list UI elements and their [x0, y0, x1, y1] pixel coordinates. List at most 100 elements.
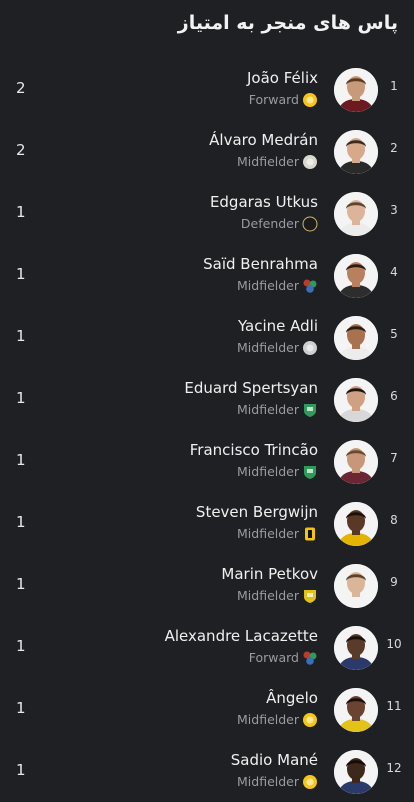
- player-avatar[interactable]: [334, 440, 378, 484]
- player-meta: Midfielder: [58, 525, 318, 543]
- player-info: João Félix Forward: [58, 68, 318, 109]
- player-avatar[interactable]: [334, 688, 378, 732]
- player-name[interactable]: Steven Bergwijn: [58, 502, 318, 522]
- player-meta: Defender: [58, 215, 318, 233]
- player-meta: Midfielder: [58, 463, 318, 481]
- player-rank: 12: [386, 761, 402, 775]
- al-taawoun-club-icon: [302, 154, 318, 170]
- player-rank: 6: [390, 389, 398, 403]
- assist-count: 1: [16, 327, 26, 345]
- al-nassr-club-icon: [302, 712, 318, 728]
- player-position: Midfielder: [237, 154, 299, 169]
- player-info: Saïd Benrahma Midfielder: [58, 254, 318, 295]
- player-info: Francisco Trincão Midfielder: [58, 440, 318, 481]
- player-rank: 5: [390, 327, 398, 341]
- player-position: Midfielder: [237, 278, 299, 293]
- player-info: Marin Petkov Midfielder: [58, 564, 318, 605]
- player-row[interactable]: 1 Francisco Trincão Midfielder 7: [0, 430, 414, 492]
- player-meta: Forward: [58, 649, 318, 667]
- player-meta: Midfielder: [58, 711, 318, 729]
- player-name[interactable]: João Félix: [58, 68, 318, 88]
- assist-count: 2: [16, 79, 26, 97]
- player-row[interactable]: 2 Álvaro Medrán Midfielder 2: [0, 120, 414, 182]
- player-position: Midfielder: [237, 712, 299, 727]
- player-row[interactable]: 1 Steven Bergwijn Midfielder 8: [0, 492, 414, 554]
- player-meta: Midfielder: [58, 773, 318, 791]
- yellow-shield-club-icon: [302, 588, 318, 604]
- player-info: Ângelo Midfielder: [58, 688, 318, 729]
- player-name[interactable]: Edgaras Utkus: [58, 192, 318, 212]
- player-name[interactable]: Yacine Adli: [58, 316, 318, 336]
- player-name[interactable]: Francisco Trincão: [58, 440, 318, 460]
- player-name[interactable]: Alexandre Lacazette: [58, 626, 318, 646]
- player-avatar[interactable]: [334, 750, 378, 794]
- al-nassr-club-icon: [302, 774, 318, 790]
- player-avatar[interactable]: [334, 502, 378, 546]
- page-title: پاس های منجر به امتیاز: [177, 12, 398, 34]
- player-avatar[interactable]: [334, 564, 378, 608]
- player-position: Midfielder: [237, 526, 299, 541]
- player-position: Midfielder: [237, 402, 299, 417]
- player-avatar[interactable]: [334, 626, 378, 670]
- player-name[interactable]: Álvaro Medrán: [58, 130, 318, 150]
- player-info: Álvaro Medrán Midfielder: [58, 130, 318, 171]
- assist-count: 1: [16, 265, 26, 283]
- player-avatar[interactable]: [334, 378, 378, 422]
- player-rank: 9: [390, 575, 398, 589]
- player-rank: 3: [390, 203, 398, 217]
- player-position: Midfielder: [237, 464, 299, 479]
- assist-count: 1: [16, 699, 26, 717]
- player-position: Midfielder: [237, 588, 299, 603]
- player-avatar[interactable]: [334, 254, 378, 298]
- player-row[interactable]: 1 Marin Petkov Midfielder 9: [0, 554, 414, 616]
- player-meta: Midfielder: [58, 339, 318, 357]
- player-avatar[interactable]: [334, 130, 378, 174]
- player-name[interactable]: Ângelo: [58, 688, 318, 708]
- player-avatar[interactable]: [334, 68, 378, 112]
- green-shield-club-icon: [302, 464, 318, 480]
- player-info: Eduard Spertsyan Midfielder: [58, 378, 318, 419]
- player-info: Alexandre Lacazette Forward: [58, 626, 318, 667]
- assist-count: 1: [16, 451, 26, 469]
- player-position: Forward: [248, 92, 299, 107]
- assist-count: 1: [16, 513, 26, 531]
- player-row[interactable]: 1 Ângelo Midfielder 11: [0, 678, 414, 740]
- al-shabab-club-icon: [302, 340, 318, 356]
- player-row[interactable]: 2 João Félix Forward 1: [0, 58, 414, 120]
- player-rank: 11: [386, 699, 402, 713]
- assist-count: 1: [16, 389, 26, 407]
- player-info: Sadio Mané Midfielder: [58, 750, 318, 791]
- player-info: Edgaras Utkus Defender: [58, 192, 318, 233]
- player-position: Forward: [248, 650, 299, 665]
- assist-count: 1: [16, 203, 26, 221]
- player-name[interactable]: Marin Petkov: [58, 564, 318, 584]
- player-avatar[interactable]: [334, 316, 378, 360]
- player-row[interactable]: 1 Eduard Spertsyan Midfielder 6: [0, 368, 414, 430]
- player-rank: 10: [386, 637, 402, 651]
- player-meta: Midfielder: [58, 153, 318, 171]
- player-name[interactable]: Sadio Mané: [58, 750, 318, 770]
- player-rank: 8: [390, 513, 398, 527]
- player-row[interactable]: 1 Alexandre Lacazette Forward 10: [0, 616, 414, 678]
- player-info: Yacine Adli Midfielder: [58, 316, 318, 357]
- player-list: 2 João Félix Forward 1 2 Álvaro Medrán Midfiel…: [0, 58, 414, 802]
- player-row[interactable]: 1 Yacine Adli Midfielder 5: [0, 306, 414, 368]
- player-position: Defender: [240, 216, 299, 231]
- player-meta: Midfielder: [58, 277, 318, 295]
- player-row[interactable]: 1 Saïd Benrahma Midfielder 4: [0, 244, 414, 306]
- player-position: Midfielder: [237, 340, 299, 355]
- player-rank: 7: [390, 451, 398, 465]
- player-info: Steven Bergwijn Midfielder: [58, 502, 318, 543]
- player-name[interactable]: Saïd Benrahma: [58, 254, 318, 274]
- player-avatar[interactable]: [334, 192, 378, 236]
- player-row[interactable]: 1 Sadio Mané Midfielder 12: [0, 740, 414, 802]
- player-rank: 4: [390, 265, 398, 279]
- player-meta: Midfielder: [58, 587, 318, 605]
- multi-club-icon-club-icon: [302, 650, 318, 666]
- player-name[interactable]: Eduard Spertsyan: [58, 378, 318, 398]
- assist-count: 1: [16, 761, 26, 779]
- player-rank: 2: [390, 141, 398, 155]
- player-row[interactable]: 1 Edgaras Utkus Defender 3: [0, 182, 414, 244]
- player-meta: Midfielder: [58, 401, 318, 419]
- al-ittihad-club-icon: [302, 526, 318, 542]
